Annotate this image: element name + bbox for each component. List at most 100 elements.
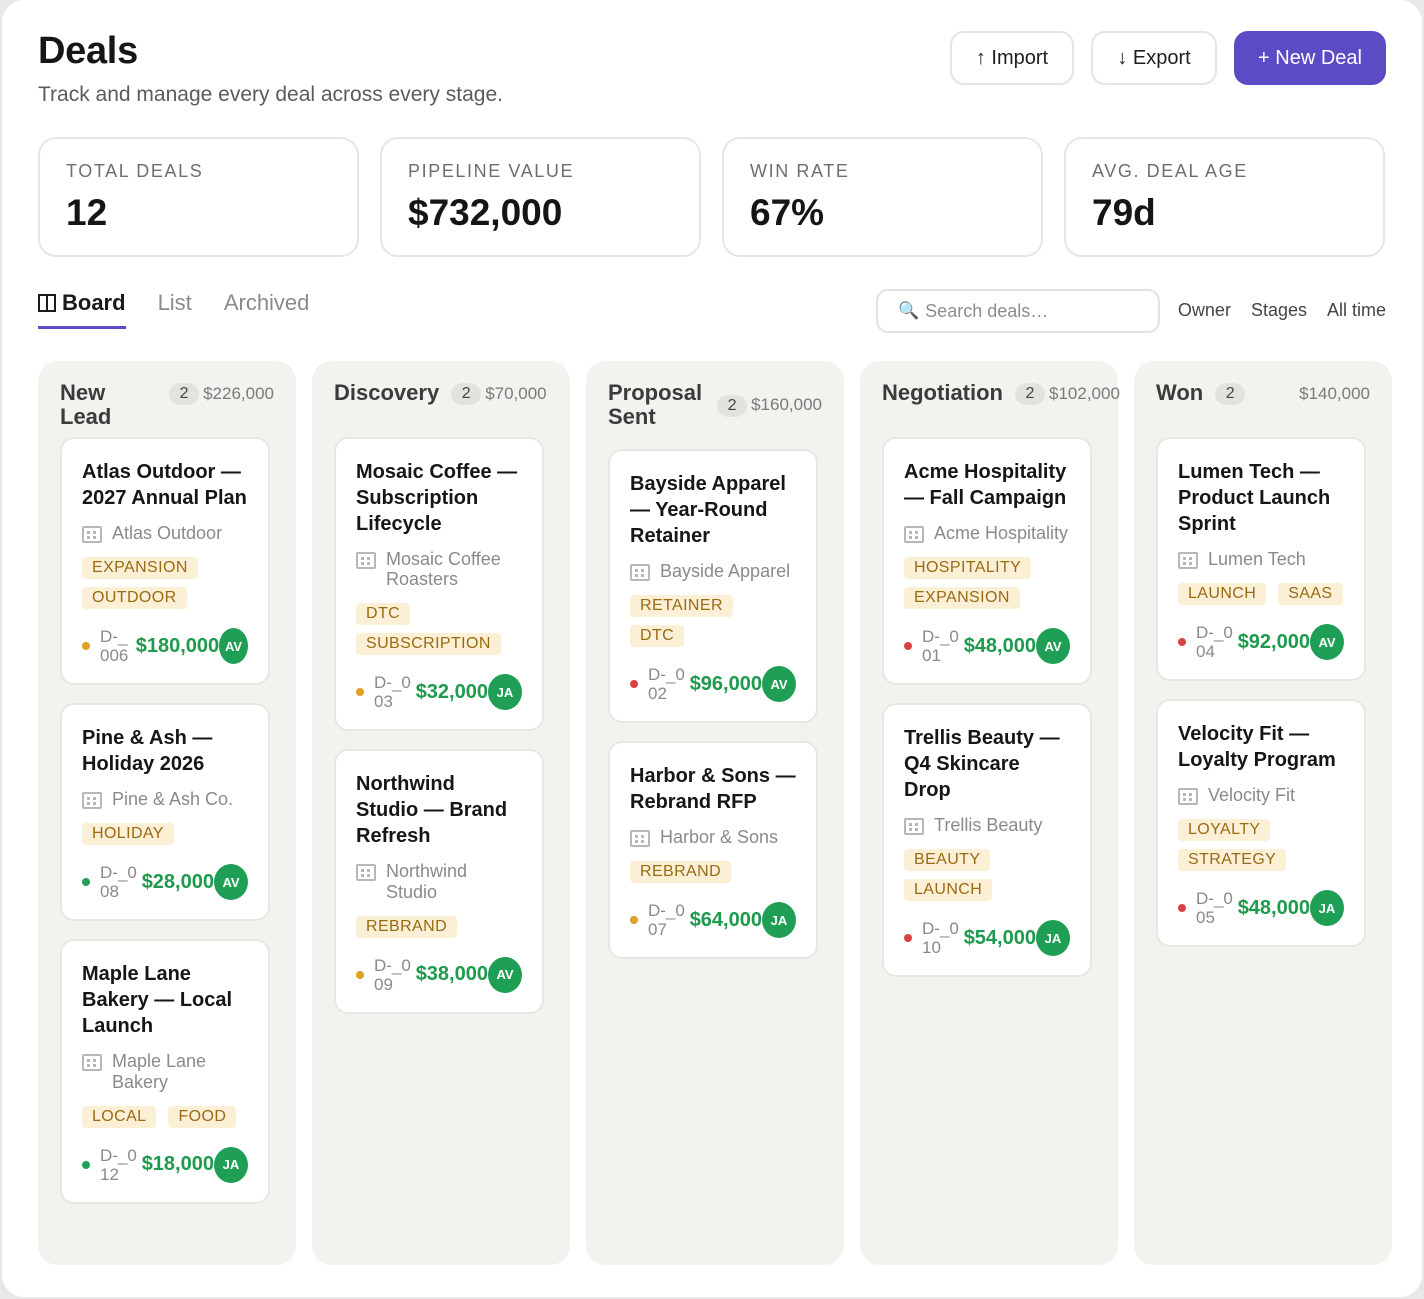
deal-tag: DTC	[630, 625, 685, 648]
filter-owner[interactable]: Owner	[1178, 300, 1231, 321]
deal-tags: LOCAL FOOD	[82, 1105, 248, 1128]
deal-tag: LAUNCH	[1178, 583, 1267, 606]
deal-footer: D-_009 $38,000 AV	[356, 956, 522, 994]
deal-tag: LOCAL	[82, 1105, 157, 1128]
deal-tag: EXPANSION	[904, 587, 1020, 610]
deal-footer: D-_002 $96,000 AV	[630, 665, 796, 703]
tab-board[interactable]: Board	[38, 290, 126, 329]
company-name: Bayside Apparel	[660, 561, 791, 581]
building-icon	[904, 526, 924, 543]
deal-id: D-_010	[922, 919, 959, 958]
stat-label: AVG. DEAL AGE	[1092, 161, 1248, 181]
deal-tag: SUBSCRIPTION	[356, 633, 501, 656]
deal-card[interactable]: Acme Hospitality — Fall Campaign Acme Hos…	[882, 437, 1092, 686]
deal-tags: REBRAND	[630, 861, 796, 884]
page-header: Deals Track and manage every deal across…	[38, 30, 503, 107]
deal-card[interactable]: Mosaic Coffee — Subscription Lifecycle Mo…	[334, 437, 544, 732]
deal-footer: D-_008 $28,000 AV	[82, 863, 248, 901]
export-button[interactable]: ↓ Export	[1091, 31, 1217, 85]
stat-pipeline-value: PIPELINE VALUE $732,000	[380, 137, 701, 257]
deal-tags: REBRAND	[356, 915, 522, 938]
tab-list[interactable]: List	[158, 290, 192, 326]
deal-tags: DTC SUBSCRIPTION	[356, 603, 522, 656]
deal-id: D-_009	[374, 955, 411, 994]
stage-title: New Lead	[60, 380, 112, 430]
deal-tags: LAUNCH SAAS	[1178, 583, 1344, 606]
owner-avatar[interactable]: AV	[487, 956, 522, 993]
status-dot	[1178, 638, 1186, 647]
status-dot	[904, 934, 912, 943]
stage-amount: $160,000	[751, 395, 822, 414]
status-dot	[630, 916, 638, 925]
owner-avatar[interactable]: JA	[761, 902, 796, 939]
search-placeholder: Search deals…	[925, 300, 1049, 321]
deal-card[interactable]: Harbor & Sons — Rebrand RFP Harbor & Sons…	[608, 741, 818, 960]
deal-tag: SAAS	[1278, 583, 1343, 606]
deal-card[interactable]: Atlas Outdoor — 2027 Annual Plan Atlas Ou…	[60, 437, 270, 686]
owner-avatar[interactable]: JA	[213, 1146, 248, 1183]
owner-avatar[interactable]: JA	[1035, 920, 1070, 957]
stage-count: 2	[169, 383, 200, 405]
status-dot	[82, 1160, 90, 1169]
owner-avatar[interactable]: AV	[219, 628, 248, 665]
company-name: Acme Hospitality	[934, 523, 1069, 543]
company-name: Mosaic Coffee Roasters	[386, 549, 501, 590]
deal-amount: $18,000	[141, 1153, 214, 1176]
page-subtitle: Track and manage every deal across every…	[38, 83, 503, 106]
stage-title: Won	[1156, 380, 1204, 405]
deal-card[interactable]: Pine & Ash — Holiday 2026 Pine & Ash Co. H…	[60, 703, 270, 922]
deal-title: Bayside Apparel — Year-Round Retainer	[630, 473, 786, 547]
filter-stages[interactable]: Stages	[1251, 300, 1307, 321]
deal-amount: $28,000	[141, 870, 214, 893]
deal-company: Atlas Outdoor	[82, 523, 248, 543]
import-button[interactable]: ↑ Import	[950, 31, 1074, 85]
deal-footer: D-_010 $54,000 JA	[904, 919, 1070, 957]
search-input[interactable]: 🔍 Search deals…	[876, 289, 1160, 333]
owner-avatar[interactable]: AV	[1035, 628, 1070, 665]
owner-avatar[interactable]: AV	[213, 864, 248, 901]
building-icon	[356, 864, 376, 882]
building-icon	[82, 1054, 102, 1072]
status-dot	[82, 642, 90, 651]
owner-avatar[interactable]: JA	[1309, 890, 1344, 927]
deal-title: Velocity Fit — Loyalty Program	[1178, 723, 1336, 772]
deal-card[interactable]: Trellis Beauty — Q4 Skincare Drop Trellis…	[882, 703, 1092, 978]
deal-tag: EXPANSION	[82, 557, 198, 580]
filter-time-range[interactable]: All time	[1327, 300, 1386, 321]
deal-title: Northwind Studio — Brand Refresh	[356, 773, 508, 848]
owner-avatar[interactable]: JA	[487, 674, 522, 711]
stage-column-header: Discovery 2 $70,000	[334, 380, 548, 437]
deal-tags: HOSPITALITY EXPANSION	[904, 557, 1070, 610]
building-icon	[630, 564, 650, 581]
deal-tags: EXPANSION OUTDOOR	[82, 557, 248, 610]
deal-card[interactable]: Lumen Tech — Product Launch Sprint Lumen …	[1156, 437, 1366, 682]
owner-avatar[interactable]: AV	[761, 666, 796, 703]
deal-company: Maple Lane Bakery	[82, 1051, 248, 1092]
deal-title: Pine & Ash — Holiday 2026	[82, 727, 213, 776]
deal-tag: RETAINER	[630, 595, 733, 618]
deal-amount: $38,000	[415, 963, 488, 986]
deal-id: D-_012	[100, 1145, 137, 1184]
stage-title: Discovery	[334, 380, 440, 405]
kanban-board: New Lead 2 $226,000 Atlas Outdoor — 2027 An…	[38, 361, 1392, 1265]
deal-title: Harbor & Sons — Rebrand RFP	[630, 765, 796, 814]
building-icon	[1178, 552, 1198, 569]
deal-card[interactable]: Bayside Apparel — Year-Round Retainer Bay…	[608, 449, 818, 724]
deal-footer: D-_007 $64,000 JA	[630, 901, 796, 939]
deal-card[interactable]: Velocity Fit — Loyalty Program Velocity F…	[1156, 699, 1366, 948]
deal-tag: REBRAND	[356, 915, 458, 938]
building-icon	[356, 552, 376, 569]
tab-archived[interactable]: Archived	[224, 290, 310, 326]
deal-card[interactable]: Northwind Studio — Brand Refresh Northwin…	[334, 749, 544, 1014]
new-deal-button[interactable]: + New Deal	[1234, 31, 1386, 85]
deal-title: Maple Lane Bakery — Local Launch	[82, 963, 233, 1038]
building-icon	[904, 818, 924, 836]
deal-tag: FOOD	[168, 1105, 237, 1128]
owner-avatar[interactable]: AV	[1309, 624, 1344, 661]
company-name: Atlas Outdoor	[112, 523, 223, 543]
stage-count: 2	[1215, 383, 1246, 405]
deal-card[interactable]: Maple Lane Bakery — Local Launch Maple La…	[60, 939, 270, 1204]
deal-id: D-_007	[648, 901, 685, 940]
deal-tag: LOYALTY	[1178, 819, 1271, 842]
deal-footer: D-_001 $48,000 AV	[904, 627, 1070, 665]
